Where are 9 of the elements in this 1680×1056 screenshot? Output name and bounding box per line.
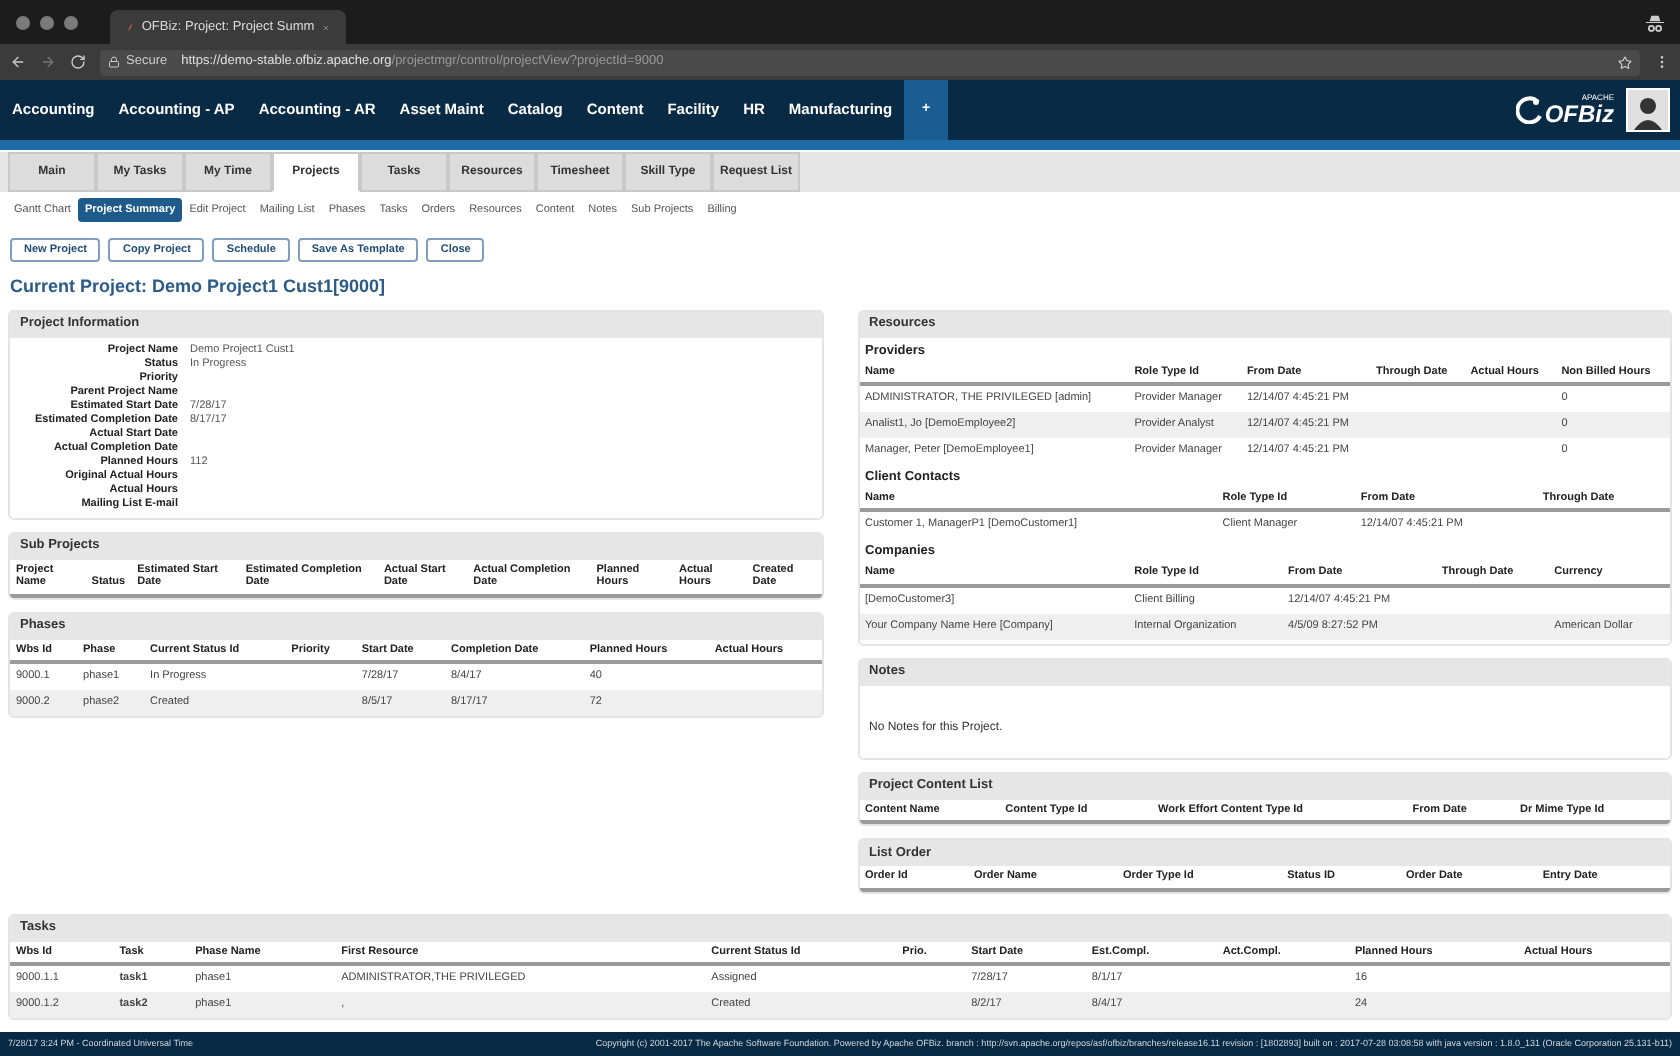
page-title: Current Project: Demo Project1 Cust1[9000] — [8, 274, 388, 301]
forward-icon[interactable] — [40, 54, 56, 70]
avatar-silhouette[interactable] — [1626, 88, 1670, 132]
star-icon[interactable] — [1618, 55, 1632, 69]
back-icon[interactable] — [10, 54, 26, 70]
lock-icon — [108, 56, 120, 68]
reload-icon[interactable] — [70, 54, 86, 70]
incognito-icon — [1646, 13, 1664, 31]
feather-icon — [126, 20, 134, 34]
